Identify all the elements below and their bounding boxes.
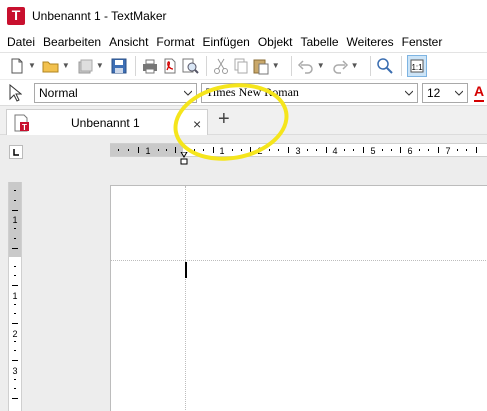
- chevron-down-icon[interactable]: ▼: [28, 61, 36, 70]
- menu-bearbeiten[interactable]: Bearbeiten: [41, 35, 107, 49]
- vertical-ruler[interactable]: 1 1 2 3: [8, 182, 22, 411]
- copy-icon: [234, 58, 248, 73]
- ruler-label: 4: [332, 146, 337, 156]
- menu-einfuegen[interactable]: Einfügen: [200, 35, 255, 49]
- toolbar-separator: [400, 55, 402, 76]
- document-tab-label: Unbenannt 1: [71, 116, 140, 130]
- redo-icon: [332, 59, 348, 74]
- toolbar-separator: [205, 55, 207, 76]
- print-preview-icon: [182, 58, 199, 74]
- left-tab-stop-icon: [13, 149, 19, 156]
- top-margin-guide: [111, 260, 487, 261]
- toolbar-separator: [369, 55, 371, 76]
- cut-button[interactable]: [212, 55, 230, 77]
- vertical-ruler-ticks: 1 1 2 3: [12, 190, 18, 399]
- open-button[interactable]: ▼: [42, 55, 74, 77]
- chevron-down-icon[interactable]: ▼: [351, 61, 359, 70]
- search-button[interactable]: [376, 55, 394, 77]
- chevron-down-icon[interactable]: ▼: [272, 61, 280, 70]
- ruler-label: 3: [295, 146, 300, 156]
- menu-ansicht[interactable]: Ansicht: [107, 35, 154, 49]
- cut-icon: [213, 58, 228, 74]
- menu-datei[interactable]: Datei: [5, 35, 41, 49]
- menu-format[interactable]: Format: [154, 35, 200, 49]
- ruler-label: 7: [445, 146, 450, 156]
- redo-button[interactable]: ▼: [331, 55, 363, 77]
- document-workspace: 1 1 2 3 4 5 6 7 1 1 2 3: [0, 135, 487, 411]
- menu-tabelle[interactable]: Tabelle: [299, 35, 345, 49]
- textmaker-app-icon[interactable]: T: [7, 7, 25, 25]
- font-color-button[interactable]: A: [474, 83, 486, 103]
- paste-button[interactable]: ▼: [252, 55, 284, 77]
- font-color-bar: [474, 99, 484, 102]
- menu-weiteres[interactable]: Weiteres: [345, 35, 400, 49]
- menu-objekt[interactable]: Objekt: [256, 35, 299, 49]
- ruler-label: 1: [12, 291, 17, 301]
- print-icon: [142, 59, 157, 73]
- new-document-button[interactable]: ▼: [8, 55, 40, 77]
- selection-pointer-icon[interactable]: [8, 83, 22, 102]
- open-folder-icon: [42, 61, 59, 72]
- font-size-combobox[interactable]: 12: [422, 82, 468, 103]
- horizontal-ruler[interactable]: 1 1 2 3 4 5 6 7: [110, 143, 487, 165]
- view-mode-icon: 1:1: [410, 59, 424, 72]
- save-button[interactable]: [110, 55, 128, 77]
- paragraph-style-combobox[interactable]: Normal: [34, 82, 197, 103]
- save-all-button[interactable]: ▼: [76, 55, 108, 77]
- paragraph-style-value: Normal: [39, 85, 78, 100]
- chevron-down-icon[interactable]: ▼: [62, 61, 70, 70]
- copy-button[interactable]: [232, 55, 250, 77]
- search-icon: [376, 57, 393, 74]
- text-cursor: [185, 262, 187, 278]
- undo-icon: [297, 59, 313, 74]
- print-button[interactable]: [141, 55, 159, 77]
- chevron-down-icon[interactable]: [184, 89, 192, 97]
- chevron-down-icon[interactable]: [455, 89, 463, 97]
- view-mode-button[interactable]: 1:1: [406, 54, 427, 77]
- font-color-letter: A: [474, 82, 485, 99]
- ruler-label: 1: [12, 215, 17, 225]
- ruler-label: 2: [12, 329, 17, 339]
- export-pdf-button[interactable]: [161, 55, 179, 77]
- menu-bar: Datei Bearbeiten Ansicht Format Einfügen…: [0, 32, 487, 52]
- ruler-label: 5: [370, 146, 375, 156]
- new-document-icon: [11, 58, 23, 73]
- chevron-down-icon[interactable]: [405, 89, 413, 97]
- toolbar-separator: [290, 55, 292, 76]
- undo-button[interactable]: ▼: [297, 55, 329, 77]
- ruler-label: 3: [12, 366, 17, 376]
- textmaker-document-icon: T: [14, 114, 29, 132]
- left-margin-guide: [185, 186, 186, 411]
- ruler-label: 6: [407, 146, 412, 156]
- paste-icon: [253, 59, 269, 74]
- title-bar: T Unbenannt 1 - TextMaker: [0, 0, 487, 32]
- document-page[interactable]: [110, 185, 487, 411]
- standard-toolbar: ▼ ▼ ▼ ▼ ▼ ▼ 1:1: [0, 52, 487, 78]
- menu-fenster[interactable]: Fenster: [400, 35, 449, 49]
- save-icon: [111, 58, 127, 73]
- print-preview-button[interactable]: [181, 55, 199, 77]
- export-pdf-icon: [164, 58, 176, 73]
- horizontal-ruler-ticks: 1 1 2 3 4 5 6 7: [118, 146, 477, 156]
- tab-stop-selector[interactable]: [9, 145, 23, 159]
- toolbar-separator: [134, 55, 136, 76]
- indent-marker-icon[interactable]: [180, 152, 188, 166]
- svg-text:1:1: 1:1: [411, 63, 423, 72]
- chevron-down-icon[interactable]: ▼: [317, 61, 325, 70]
- chevron-down-icon[interactable]: ▼: [96, 61, 104, 70]
- save-all-icon: [78, 59, 93, 73]
- ruler-label: 1: [145, 146, 150, 156]
- window-title: Unbenannt 1 - TextMaker: [32, 9, 167, 23]
- svg-text:T: T: [22, 123, 27, 132]
- font-size-value: 12: [427, 85, 441, 100]
